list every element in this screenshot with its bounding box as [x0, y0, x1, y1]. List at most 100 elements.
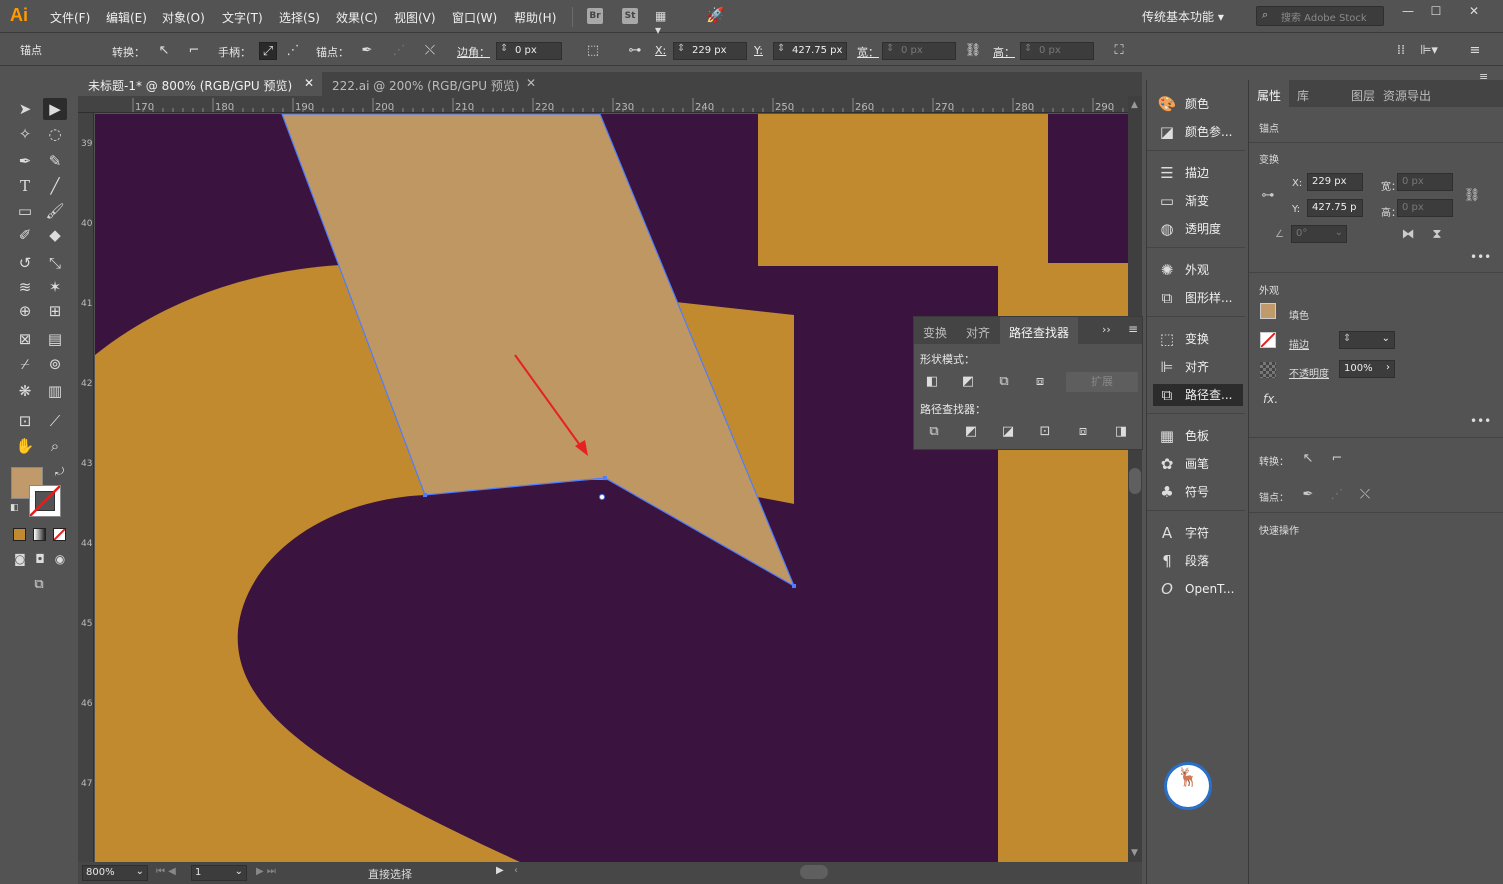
gradient-tool-icon[interactable]: ▤ [43, 328, 67, 350]
flip-horizontal-icon[interactable]: ⧓ [1399, 226, 1417, 244]
vertical-scroll-thumb[interactable] [1129, 468, 1141, 494]
chevron-right-icon[interactable]: › [1386, 362, 1390, 373]
gradient-mode-icon[interactable] [33, 528, 46, 541]
fill-color-swatch[interactable] [1260, 303, 1276, 319]
flip-vertical-icon[interactable]: ⧗ [1428, 226, 1446, 244]
menu-window[interactable]: 窗口(W) [452, 9, 497, 26]
puppet-warp-tool-icon[interactable]: ✶ [43, 276, 67, 298]
cut-path-icon[interactable]: ⤬ [421, 42, 439, 60]
rectangle-tool-icon[interactable]: ▭ [13, 200, 37, 222]
panel-paragraph[interactable]: ¶ 段落 [1153, 550, 1243, 572]
outline-icon[interactable]: ⧈ [1072, 422, 1094, 442]
stroke-color-swatch[interactable] [1260, 332, 1276, 348]
merge-icon[interactable]: ◪ [997, 422, 1019, 442]
prop-h-field[interactable]: 0 px [1397, 199, 1453, 217]
lasso-tool-icon[interactable]: ◌ [43, 123, 67, 145]
search-stock-input[interactable]: ⌕ 搜索 Adobe Stock [1256, 6, 1384, 26]
graph-tool-icon[interactable]: ▥ [43, 380, 67, 402]
panel-opentype[interactable]: O OpenT... [1153, 578, 1243, 600]
stepper-icon[interactable]: ⇕ [1024, 43, 1032, 54]
menu-object[interactable]: 对象(O) [162, 9, 205, 26]
prop-w-field[interactable]: 0 px [1397, 173, 1453, 191]
panel-brushes[interactable]: ✿ 画笔 [1153, 453, 1243, 475]
menu-effect[interactable]: 效果(C) [336, 9, 378, 26]
none-mode-icon[interactable] [53, 528, 66, 541]
chevron-down-icon[interactable]: ⌄ [1335, 227, 1343, 238]
minus-front-icon[interactable]: ◩ [957, 372, 979, 392]
align-to-icon[interactable]: ⊶ [626, 42, 644, 60]
panel-transparency[interactable]: ◍ 透明度 [1153, 218, 1243, 240]
stepper-icon[interactable]: ⇕ [1343, 333, 1351, 344]
stroke-swatch[interactable] [29, 485, 61, 517]
show-handles-icon[interactable]: ⤢ [259, 42, 277, 60]
draw-behind-icon[interactable]: ◘ [31, 548, 49, 570]
eyedropper-tool-icon[interactable]: ⌿ [13, 353, 37, 375]
panel-appearance[interactable]: ✺ 外观 [1153, 259, 1243, 281]
hand-tool-icon[interactable]: ✋ [13, 435, 37, 457]
stepper-icon[interactable]: ⇕ [777, 43, 785, 54]
menu-type[interactable]: 文字(T) [222, 9, 263, 26]
tab-pathfinder[interactable]: 路径查找器 [1000, 317, 1079, 344]
y-field[interactable]: ⇕ 427.75 px [773, 42, 847, 60]
reference-point-icon[interactable]: ⊶ [1259, 187, 1277, 205]
exclude-icon[interactable]: ⧈ [1029, 372, 1051, 392]
stepper-icon[interactable]: ⇕ [500, 43, 508, 54]
line-tool-icon[interactable]: ╱ [43, 175, 67, 197]
panel-color-guide[interactable]: ◪ 颜色参... [1153, 121, 1243, 143]
hide-handles-icon[interactable]: ⋰ [284, 42, 302, 60]
arrange-documents-icon[interactable]: ▦ ▾ [655, 9, 671, 37]
divide-icon[interactable]: ⧉ [923, 422, 945, 442]
gpu-performance-icon[interactable]: 🚀 [706, 6, 725, 24]
close-window-button[interactable]: ✕ [1462, 4, 1486, 20]
remove-anchor-icon[interactable]: ✒ [358, 42, 376, 60]
panel-align[interactable]: ⊫ 对齐 [1153, 356, 1243, 378]
slice-tool-icon[interactable]: ⟋ [43, 410, 67, 432]
workspace-switcher[interactable]: 传统基本功能 ▾ [1142, 8, 1224, 25]
height-field[interactable]: ⇕ 0 px [1020, 42, 1094, 60]
constrain-proportions-icon[interactable]: ⛓ [964, 42, 982, 60]
fx-icon[interactable]: fx. [1263, 392, 1278, 406]
magic-wand-tool-icon[interactable]: ✧ [13, 123, 37, 145]
panel-menu-icon[interactable]: ≡ [1466, 42, 1484, 60]
convert-smooth-icon[interactable]: ⌐ [1328, 450, 1346, 468]
color-mode-icon[interactable] [13, 528, 26, 541]
chevron-down-icon[interactable]: ⌄ [136, 866, 144, 877]
scale-tool-icon[interactable]: ⤡ [43, 252, 67, 274]
intersect-icon[interactable]: ⧉ [993, 372, 1015, 392]
mesh-tool-icon[interactable]: ⊠ [13, 328, 37, 350]
rotate-tool-icon[interactable]: ↺ [13, 252, 37, 274]
arrange-icon[interactable]: ⁞⁞ [1392, 42, 1410, 60]
eraser-tool-icon[interactable]: ◆ [43, 224, 67, 246]
reference-point-icon[interactable]: ⬚ [584, 42, 602, 60]
tab-libraries[interactable]: 库 [1289, 80, 1317, 107]
minus-back-icon[interactable]: ◨ [1110, 422, 1132, 442]
panel-swatches[interactable]: ▦ 色板 [1153, 425, 1243, 447]
paintbrush-tool-icon[interactable]: 🖌 [43, 200, 67, 222]
close-tab-icon[interactable]: ✕ [304, 76, 314, 90]
tab-untitled-1[interactable]: 未标题-1* @ 800% (RGB/GPU 预览) ✕ [78, 72, 322, 96]
rotate-angle-field[interactable]: 0° ⌄ [1291, 225, 1347, 243]
remove-anchor-icon[interactable]: ✒ [1299, 486, 1317, 504]
type-tool-icon[interactable]: T [13, 175, 37, 197]
panel-menu-icon[interactable]: ≡ [1479, 70, 1488, 83]
close-tab-icon[interactable]: ✕ [526, 76, 536, 90]
convert-corner-icon[interactable]: ↖ [1299, 450, 1317, 468]
chevron-down-icon[interactable]: ⌄ [1382, 333, 1390, 344]
status-menu-icon[interactable]: ▶ [496, 865, 504, 876]
panel-character[interactable]: A 字符 [1153, 522, 1243, 544]
scroll-up-icon[interactable]: ▲ [1131, 100, 1138, 110]
zoom-level-field[interactable]: 800% ⌄ [82, 865, 148, 881]
more-options-icon[interactable]: ••• [1470, 414, 1491, 428]
menu-select[interactable]: 选择(S) [279, 9, 320, 26]
screen-mode-icon[interactable]: ⧉ [27, 574, 51, 596]
artwork[interactable] [95, 114, 1128, 862]
tab-align[interactable]: 对齐 [957, 317, 999, 344]
tab-asset-export[interactable]: 资源导出 [1375, 80, 1439, 107]
minimize-button[interactable]: — [1396, 4, 1420, 20]
stroke-weight-field[interactable]: ⇕ ⌄ [1339, 331, 1395, 349]
unite-icon[interactable]: ◧ [921, 372, 943, 392]
menu-view[interactable]: 视图(V) [394, 9, 436, 26]
next-artboard-icon[interactable]: ▶ ⏭ [256, 866, 276, 877]
menu-edit[interactable]: 编辑(E) [106, 9, 147, 26]
align-options-icon[interactable]: ⊫▾ [1420, 42, 1438, 60]
